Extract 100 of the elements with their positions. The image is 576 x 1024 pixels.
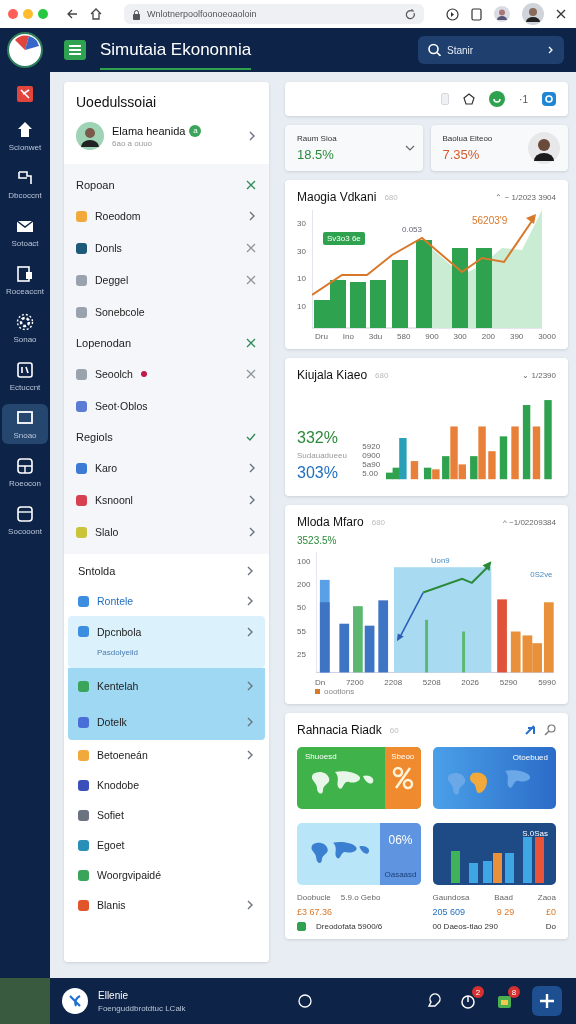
checkbox-label: Dreodofata 5900/6 bbox=[316, 922, 383, 931]
chevron-icon bbox=[245, 899, 255, 911]
menu-item[interactable]: Seot·Oblos bbox=[76, 390, 257, 422]
axis-label: 200 bbox=[481, 332, 496, 341]
tile-caption: Sbeoo bbox=[391, 752, 415, 761]
menu-item[interactable]: Sofiet bbox=[68, 800, 265, 830]
menu-item[interactable]: Woorgvipaidé bbox=[68, 860, 265, 890]
rail-item[interactable]: Dbcoccnt bbox=[2, 164, 48, 204]
axis-label: 100 bbox=[297, 557, 311, 567]
menu-item[interactable]: Rontele bbox=[68, 586, 265, 616]
chevron-icon bbox=[247, 494, 257, 506]
chevron-icon bbox=[548, 46, 554, 54]
card-tag: 680 bbox=[384, 192, 398, 202]
stat-label: Raum Sioa bbox=[297, 134, 338, 143]
stat-value: £0 bbox=[546, 907, 556, 917]
rail-item[interactable]: Roceaccnt bbox=[2, 260, 48, 300]
help-icon[interactable] bbox=[542, 92, 556, 106]
stat-text: 00 Daeos-tlao 290 bbox=[432, 922, 498, 931]
caption-text: Sudauadueeu bbox=[297, 451, 348, 460]
close-icon[interactable] bbox=[556, 9, 566, 19]
axis-label: 30 bbox=[297, 219, 306, 229]
refresh-icon[interactable] bbox=[489, 91, 506, 107]
chat-icon[interactable] bbox=[426, 993, 442, 1009]
avatar-icon[interactable] bbox=[522, 3, 544, 25]
axis-label: 5208 bbox=[422, 678, 441, 687]
card-tag: 680 bbox=[375, 370, 389, 380]
search-icon[interactable] bbox=[544, 724, 556, 736]
stat-value: £3 67.36 bbox=[297, 907, 334, 917]
chevron-icon bbox=[247, 462, 257, 474]
axis-label: 2208 bbox=[384, 678, 403, 687]
chart-annotation: Uon9 bbox=[431, 556, 450, 566]
rail-item[interactable]: Ectuccnt bbox=[2, 356, 48, 396]
menu-item[interactable]: Deggel bbox=[76, 264, 257, 296]
counter-text: ·1 bbox=[519, 93, 528, 105]
axis-label: Dru bbox=[315, 332, 328, 341]
menu-button[interactable] bbox=[64, 40, 86, 60]
rail-item[interactable]: Sonao bbox=[2, 308, 48, 348]
menu-item[interactable]: Egoet bbox=[68, 830, 265, 860]
rail-item[interactable]: Roeocon bbox=[2, 452, 48, 492]
menu-item[interactable]: Seoolch bbox=[76, 358, 257, 390]
axis-label: 3000 bbox=[538, 332, 556, 341]
legend-swatch bbox=[315, 689, 320, 694]
rail-item[interactable]: Scionwet bbox=[2, 116, 48, 156]
tab-icon[interactable] bbox=[471, 7, 482, 21]
chevron-icon bbox=[245, 626, 255, 638]
app-logo-icon[interactable] bbox=[7, 32, 43, 68]
search-field[interactable]: Stanir bbox=[418, 36, 564, 64]
menu-item[interactable]: Betoeneán bbox=[68, 740, 265, 770]
stat-label: Gaundosa bbox=[432, 893, 470, 902]
menu-item[interactable]: Dpcnbola Pasdolyeild bbox=[68, 616, 265, 668]
shield-icon[interactable] bbox=[463, 93, 476, 105]
rail-icon bbox=[15, 360, 35, 380]
profile-row[interactable]: Elama heanida a 6ao a ouuo bbox=[76, 122, 257, 160]
chevron-icon bbox=[247, 130, 257, 142]
menu-item[interactable]: Blanis bbox=[68, 890, 265, 920]
home-icon[interactable] bbox=[90, 8, 102, 20]
axis-label: 3du bbox=[368, 332, 383, 341]
user-subtitle: Foenguddbrotdtuc LCalk bbox=[98, 1003, 187, 1013]
menu-item[interactable]: Dotelk bbox=[68, 704, 265, 740]
clock-icon[interactable] bbox=[460, 992, 478, 1010]
menu-item[interactable]: Ksnoonl bbox=[76, 484, 257, 516]
back-icon[interactable] bbox=[66, 8, 78, 20]
menu-item[interactable]: Karo bbox=[76, 452, 257, 484]
avatar-icon bbox=[528, 132, 560, 164]
play-icon[interactable] bbox=[446, 7, 459, 21]
menu-item[interactable]: Slalo bbox=[76, 516, 257, 548]
rail-icon bbox=[15, 504, 35, 524]
menu-item[interactable]: Knodobe bbox=[68, 770, 265, 800]
card-meta: ^ ~1/02209384 bbox=[503, 517, 556, 527]
app-logo-icon[interactable] bbox=[62, 988, 88, 1014]
address-bar[interactable]: Wnlotnerpoolfoonoeoaoloin bbox=[124, 4, 424, 24]
user-name: Ellenie bbox=[98, 989, 130, 1001]
chart-annotation: 0.053 bbox=[401, 225, 422, 234]
trend-arrow-icon bbox=[422, 561, 492, 594]
menu-item[interactable]: Donls bbox=[76, 232, 257, 264]
axis-label: 55 bbox=[297, 626, 307, 636]
status-badge: a bbox=[189, 124, 202, 137]
big-value: 3523.5% bbox=[297, 535, 338, 546]
checkbox[interactable] bbox=[297, 922, 306, 931]
profile-name: Elama heanida bbox=[112, 124, 186, 137]
rail-item[interactable]: Sotoact bbox=[2, 212, 48, 252]
tile-caption: S.0Sas bbox=[522, 829, 548, 838]
menu-item[interactable]: Kentelah bbox=[68, 668, 265, 704]
rail-item[interactable]: Socooont bbox=[2, 500, 48, 540]
chevron-down-icon[interactable] bbox=[404, 144, 415, 152]
menu-item[interactable]: Roeodom bbox=[76, 200, 257, 232]
rail-item[interactable]: Snoao bbox=[2, 404, 48, 444]
check-icon[interactable] bbox=[245, 431, 257, 443]
reload-icon[interactable] bbox=[405, 8, 416, 20]
card-title: Maogia Vdkani bbox=[297, 190, 377, 204]
axis-label: 0900 bbox=[362, 451, 381, 460]
add-button[interactable] bbox=[532, 986, 562, 1016]
chevron-icon bbox=[245, 565, 255, 577]
menu-item[interactable]: Sonebcole bbox=[76, 296, 257, 328]
avatar-icon[interactable] bbox=[494, 6, 510, 22]
app-title: Simutaia Ekononnia bbox=[100, 30, 252, 70]
axis-label: Ino bbox=[342, 332, 354, 341]
notification-badge: 8 bbox=[508, 986, 520, 998]
circle-icon[interactable] bbox=[298, 994, 312, 1008]
axis-label: 200 bbox=[297, 580, 311, 590]
